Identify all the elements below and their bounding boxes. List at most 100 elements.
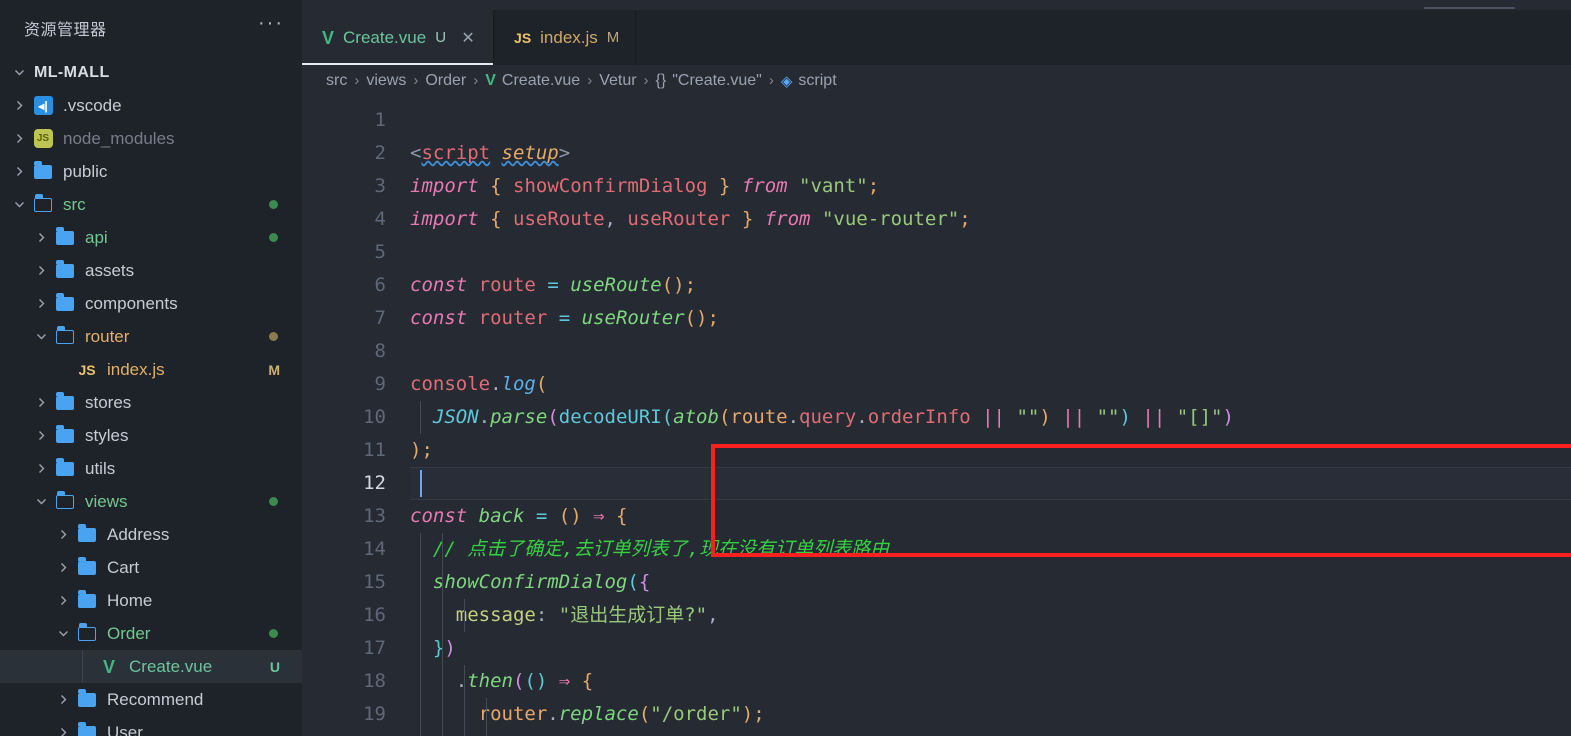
code-content[interactable]: <script setup> import { showConfirmDialog… — [410, 96, 1571, 736]
chevron-right-icon[interactable] — [8, 100, 30, 111]
line-number: 5 — [374, 241, 386, 263]
tree-item-views[interactable]: views — [0, 485, 302, 518]
code-line[interactable] — [410, 335, 1571, 368]
breadcrumb-separator: › — [768, 72, 774, 89]
code-editor[interactable]: 1234567891011121314151617181920 <script … — [302, 96, 1571, 736]
chevron-down-icon — [8, 67, 30, 78]
tree-item-address[interactable]: Address — [0, 518, 302, 551]
code-line[interactable] — [410, 236, 1571, 269]
breadcrumb-item-create-vue[interactable]: V Create.vue — [485, 72, 580, 90]
tree-root-ml-mall[interactable]: ML-MALL — [0, 56, 302, 89]
chevron-right-icon[interactable] — [30, 397, 52, 408]
tree-item-create-vue[interactable]: V Create.vue U — [0, 650, 302, 683]
chevron-right-icon[interactable] — [52, 595, 74, 606]
folder-icon — [56, 259, 74, 278]
close-tab-icon[interactable]: ✕ — [459, 28, 477, 48]
tree-item-label: User — [107, 722, 143, 736]
tab-label: Create.vue — [343, 27, 427, 47]
tree-item-components[interactable]: components — [0, 287, 302, 320]
chevron-right-icon[interactable] — [30, 298, 52, 309]
tree-item-styles[interactable]: styles — [0, 419, 302, 452]
tree-item-node-modules[interactable]: JS node_modules — [0, 122, 302, 155]
code-line[interactable] — [410, 467, 1571, 500]
tree-item-home[interactable]: Home — [0, 584, 302, 617]
chevron-right-icon[interactable] — [8, 133, 30, 144]
tree-item-cart[interactable]: Cart — [0, 551, 302, 584]
chevron-right-icon[interactable] — [8, 166, 30, 177]
code-line[interactable]: <script setup> — [410, 137, 1571, 170]
chevron-right-icon[interactable] — [30, 463, 52, 474]
folder-icon — [78, 523, 96, 542]
root-label: ML-MALL — [34, 63, 110, 81]
folder-icon — [56, 391, 74, 410]
code-line[interactable]: JSON.parse(decodeURI(atob(route.query.or… — [410, 401, 1571, 434]
breadcrumb-separator: › — [413, 72, 419, 89]
chevron-right-icon[interactable] — [30, 265, 52, 276]
breadcrumb-item-script[interactable]: ◈ script — [781, 72, 837, 90]
breadcrumb-item-views[interactable]: views — [366, 72, 406, 90]
chevron-right-icon[interactable] — [52, 694, 74, 705]
code-line[interactable] — [410, 104, 1571, 137]
tree-item-label: router — [85, 326, 130, 346]
file-status-badge: U — [269, 658, 280, 675]
code-line[interactable]: import { showConfirmDialog } from "vant"… — [410, 170, 1571, 203]
git-status-dot — [269, 332, 278, 341]
line-number-gutter: 1234567891011121314151617181920 — [302, 96, 410, 736]
line-number: 11 — [363, 439, 386, 461]
code-line[interactable]: router.replace("/order"); — [410, 698, 1571, 731]
tree-item-order[interactable]: Order — [0, 617, 302, 650]
line-number: 9 — [374, 373, 386, 395]
chevron-down-icon[interactable] — [52, 628, 74, 639]
js-file-icon: JS — [78, 361, 96, 378]
folder-icon — [56, 292, 74, 311]
tree-item-user[interactable]: User — [0, 716, 302, 736]
chevron-down-icon[interactable] — [8, 199, 30, 210]
code-line[interactable]: message: "退出生成订单?", — [410, 599, 1571, 632]
folder-icon — [78, 556, 96, 575]
tree-item-recommend[interactable]: Recommend — [0, 683, 302, 716]
tree-item-index-js[interactable]: JS index.js M — [0, 353, 302, 386]
code-line[interactable]: .then(() ⇒ { — [410, 665, 1571, 698]
tab-label: index.js — [540, 27, 598, 47]
editor-tab-index-js[interactable]: JS index.js M — [494, 10, 637, 65]
code-line[interactable]: const route = useRoute(); — [410, 269, 1571, 302]
tree-item-src[interactable]: src — [0, 188, 302, 221]
code-line[interactable]: // 点击了确定,去订单列表了,现在没有订单列表路由 — [410, 533, 1571, 566]
code-line[interactable]: }) — [410, 632, 1571, 665]
breadcrumb-item-src[interactable]: src — [326, 72, 347, 90]
chevron-down-icon[interactable] — [30, 496, 52, 507]
chevron-right-icon[interactable] — [30, 430, 52, 441]
tab-state-badge: M — [606, 29, 620, 46]
code-line[interactable]: import { useRoute, useRouter } from "vue… — [410, 203, 1571, 236]
tree-item-public[interactable]: public — [0, 155, 302, 188]
breadcrumb-item--create-vue-[interactable]: {} "Create.vue" — [656, 72, 762, 90]
js-file-icon: JS — [514, 29, 532, 46]
tree-item-utils[interactable]: utils — [0, 452, 302, 485]
chevron-right-icon[interactable] — [52, 529, 74, 540]
breadcrumb-label: src — [326, 71, 348, 89]
tree-item-label: index.js — [107, 359, 165, 379]
breadcrumb-label: Create.vue — [501, 71, 581, 89]
tree-item--vscode[interactable]: ◂| .vscode — [0, 89, 302, 122]
code-line[interactable]: console.log( — [410, 368, 1571, 401]
code-line[interactable]: const router = useRouter(); — [410, 302, 1571, 335]
breadcrumb-item-order[interactable]: Order — [425, 72, 466, 90]
breadcrumb-label: Vetur — [599, 71, 637, 89]
tree-item-label: public — [63, 161, 108, 181]
chevron-down-icon[interactable] — [30, 331, 52, 342]
breadcrumb-label: script — [798, 71, 837, 89]
breadcrumb-item-vetur[interactable]: Vetur — [599, 72, 636, 90]
code-line[interactable]: ); — [410, 434, 1571, 467]
tree-item-router[interactable]: router — [0, 320, 302, 353]
chevron-right-icon[interactable] — [52, 562, 74, 573]
tree-item-api[interactable]: api — [0, 221, 302, 254]
code-line[interactable]: showConfirmDialog({ — [410, 566, 1571, 599]
code-line[interactable]: }) — [410, 731, 1571, 736]
code-line[interactable]: const back = () ⇒ { — [410, 500, 1571, 533]
chevron-right-icon[interactable] — [52, 727, 74, 736]
editor-tab-create-vue[interactable]: V Create.vue U ✕ — [302, 10, 495, 65]
chevron-right-icon[interactable] — [30, 232, 52, 243]
tree-item-assets[interactable]: assets — [0, 254, 302, 287]
tree-item-stores[interactable]: stores — [0, 386, 302, 419]
more-actions-icon[interactable]: ··· — [258, 13, 284, 37]
